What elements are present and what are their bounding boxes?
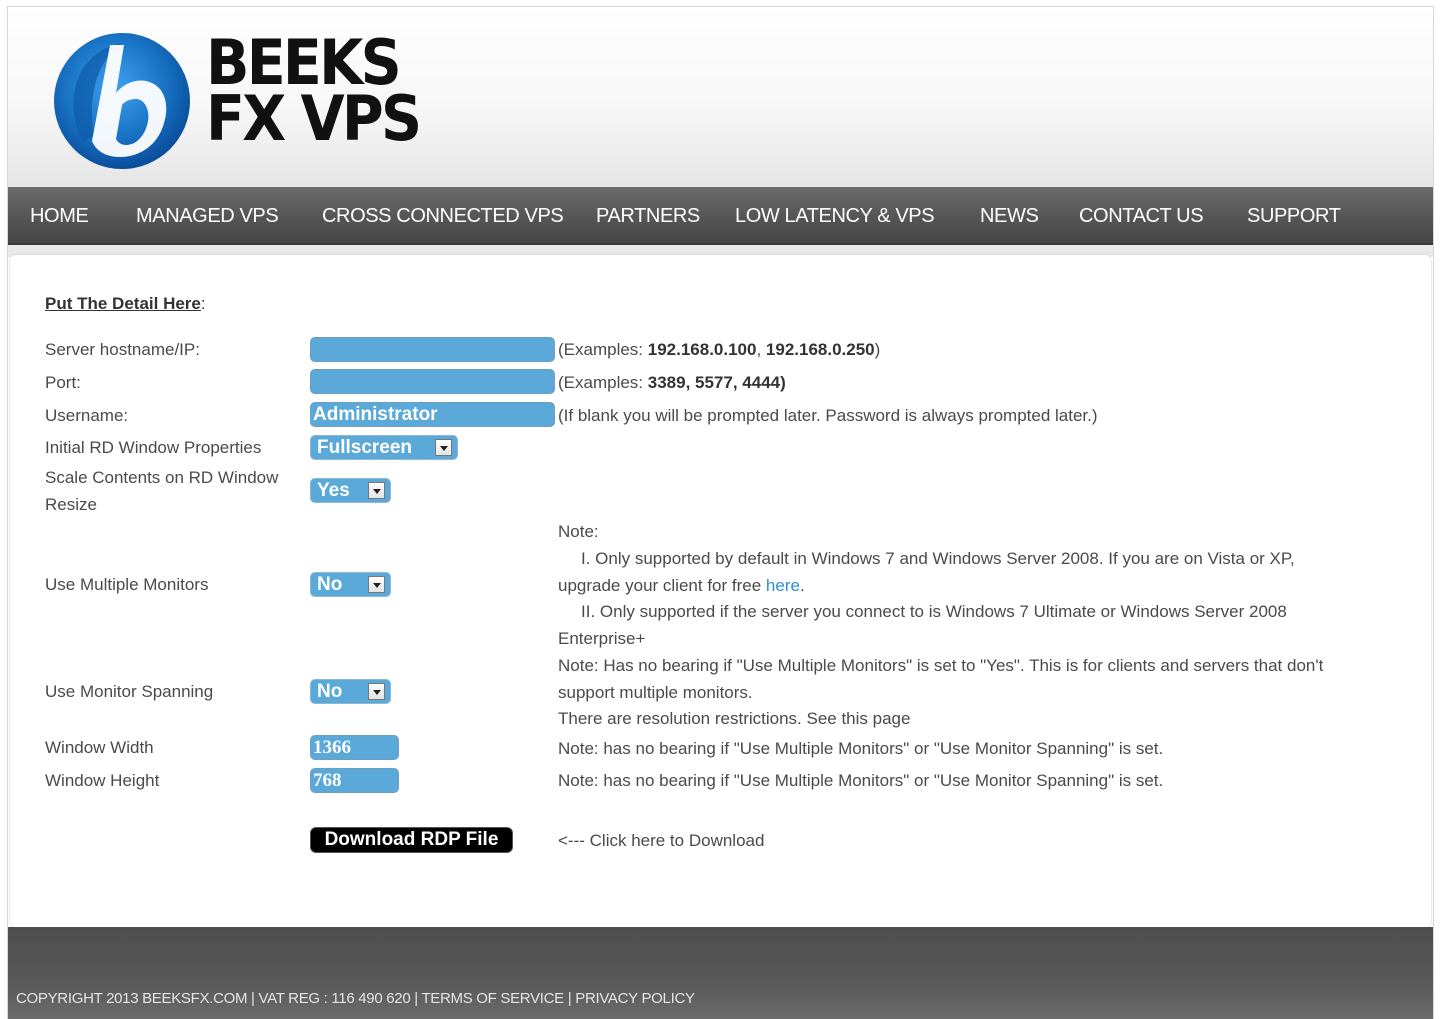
spanning-note-line2: support multiple monitors. — [558, 683, 753, 702]
port-input[interactable] — [310, 369, 555, 394]
section-title: Put The Detail Here: — [45, 294, 206, 313]
footer-links: COPYRIGHT 2013 BEEKSFX.COM | VAT REG : 1… — [16, 990, 695, 1007]
username-input[interactable]: Administrator — [310, 402, 555, 427]
logo-wordmark[interactable]: BEEKS FX VPS — [206, 32, 422, 155]
port-label: Port: — [45, 373, 81, 392]
nav-news[interactable]: NEWS — [980, 187, 1039, 243]
window-properties-label: Initial RD Window Properties — [45, 438, 262, 457]
spanning-note-line3: There are resolution restrictions. See t… — [558, 709, 911, 728]
window-height-input[interactable]: 768 — [310, 768, 399, 793]
upgrade-client-link[interactable]: here — [766, 576, 800, 595]
window-properties-select[interactable]: Fullscreen — [310, 435, 458, 460]
section-title-text: Put The Detail Here — [45, 294, 201, 313]
nav-contact-us[interactable]: CONTACT US — [1079, 187, 1204, 243]
window-height-note: Note: has no bearing if "Use Multiple Mo… — [558, 771, 1164, 790]
multiple-monitors-label: Use Multiple Monitors — [45, 575, 209, 594]
nav-home[interactable]: HOME — [30, 187, 89, 243]
site-header: BEEKS FX VPS — [8, 7, 1433, 187]
nav-low-latency-vps[interactable]: LOW LATENCY & VPS — [735, 187, 935, 243]
beeks-logo-icon[interactable] — [52, 31, 192, 171]
chevron-down-icon[interactable] — [368, 683, 385, 700]
multiple-monitors-value: No — [317, 574, 343, 595]
window-width-label: Window Width — [45, 738, 154, 757]
monitor-spanning-value: No — [317, 681, 343, 702]
hostname-examples: (Examples: 192.168.0.100, 192.168.0.250) — [558, 340, 881, 359]
chevron-down-icon[interactable] — [368, 482, 385, 499]
multi-monitor-note-title: Note: — [558, 522, 599, 541]
monitor-spanning-label: Use Monitor Spanning — [45, 682, 214, 701]
logo-line-2: FX VPS — [206, 82, 422, 155]
download-rdp-button[interactable]: Download RDP File — [310, 827, 513, 853]
username-note: (If blank you will be prompted later. Pa… — [558, 406, 1098, 425]
nav-managed-vps[interactable]: MANAGED VPS — [136, 187, 279, 243]
chevron-down-icon[interactable] — [435, 439, 452, 456]
monitor-spanning-select[interactable]: No — [310, 679, 391, 704]
window-width-input[interactable]: 1366 — [310, 735, 399, 760]
scale-contents-select[interactable]: Yes — [310, 478, 391, 503]
hostname-label: Server hostname/IP: — [45, 340, 200, 359]
footer-terms-link[interactable]: TERMS OF SERVICE — [421, 990, 564, 1007]
window-height-label: Window Height — [45, 771, 160, 790]
chevron-down-icon[interactable] — [368, 576, 385, 593]
multi-monitor-note-i-cont: upgrade your client for free here. — [558, 576, 805, 595]
footer-vat: VAT REG : 116 490 620 — [258, 990, 411, 1007]
nav-cross-connected-vps[interactable]: CROSS CONNECTED VPS — [322, 187, 564, 243]
scale-contents-value: Yes — [317, 480, 350, 501]
footer-copyright: COPYRIGHT 2013 BEEKSFX.COM — [16, 990, 248, 1007]
nav-support[interactable]: SUPPORT — [1247, 187, 1341, 243]
download-hint: <--- Click here to Download — [558, 831, 765, 850]
nav-partners[interactable]: PARTNERS — [596, 187, 700, 243]
multiple-monitors-select[interactable]: No — [310, 572, 391, 597]
window-width-note: Note: has no bearing if "Use Multiple Mo… — [558, 739, 1164, 758]
multi-monitor-note-i: I. Only supported by default in Windows … — [581, 549, 1295, 568]
footer-privacy-link[interactable]: PRIVACY POLICY — [575, 990, 695, 1007]
multi-monitor-note-ii: II. Only supported if the server you con… — [581, 602, 1287, 621]
spanning-note-line1: Note: Has no bearing if "Use Multiple Mo… — [558, 656, 1324, 675]
multi-monitor-note-ii-cont: Enterprise+ — [558, 629, 646, 648]
hostname-input[interactable] — [310, 337, 555, 362]
window-properties-value: Fullscreen — [317, 437, 413, 458]
main-navigation: HOME MANAGED VPS CROSS CONNECTED VPS PAR… — [8, 187, 1433, 245]
username-label: Username: — [45, 406, 129, 425]
scale-contents-label: Scale Contents on RD Window Resize — [45, 468, 279, 514]
port-examples: (Examples: 3389, 5577, 4444) — [558, 373, 786, 392]
